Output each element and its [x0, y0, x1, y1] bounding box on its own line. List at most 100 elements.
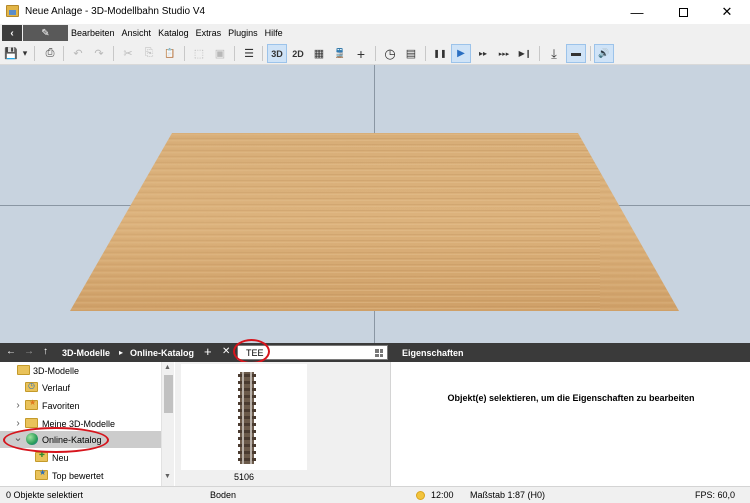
3d-viewport[interactable]	[0, 65, 750, 343]
layers-icon[interactable]: ☰	[240, 44, 258, 63]
toolbar-separator	[375, 46, 376, 61]
tree-item-3d-modelle[interactable]: 3D-Modelle	[0, 362, 161, 379]
selection-status: 0 Objekte selektiert	[6, 490, 84, 500]
maximize-icon	[678, 7, 688, 17]
camera-icon[interactable]: ▤	[402, 44, 420, 63]
back-nav-button[interactable]: ‹	[2, 25, 22, 41]
step-icon[interactable]: ▶❙	[516, 44, 534, 63]
tree-item-label: Favoriten	[42, 400, 80, 411]
properties-hint: Objekt(e) selektieren, um die Eigenschaf…	[447, 393, 695, 403]
scrollbar-thumb[interactable]	[164, 375, 173, 413]
toolbar-separator	[234, 46, 235, 61]
toolbar-separator	[425, 46, 426, 61]
baseplate-board[interactable]	[0, 65, 750, 343]
toolbar: 💾 ▾ ⎙ ↶ ↷ ✂ ⎘ 📋 ⬚ ▣ ☰ 3D 2D ▦ 🚆 + ◷ ▤ ❚❚…	[0, 42, 750, 65]
tree-item-top-bewertet[interactable]: Top bewertet	[0, 467, 161, 484]
add-icon[interactable]: +	[204, 344, 212, 359]
save-dropdown-icon[interactable]: ▾	[20, 44, 30, 63]
title-bar: Neue Anlage - 3D-Modellbahn Studio V4 — …	[0, 0, 750, 24]
close-icon[interactable]: ✕	[222, 346, 230, 357]
favorites-icon	[25, 398, 38, 410]
faster-forward-icon[interactable]: ▸▸▸	[494, 44, 514, 63]
paste-icon[interactable]: 📋	[161, 44, 179, 63]
tree-item-label: Neu	[52, 452, 69, 463]
ruler-icon[interactable]: ▬	[566, 44, 586, 63]
grid-icon[interactable]: ▦	[310, 44, 328, 63]
menu-plugins[interactable]: Plugins	[228, 28, 258, 38]
properties-panel: Objekt(e) selektieren, um die Eigenschaf…	[390, 362, 750, 486]
toolbar-separator	[34, 46, 35, 61]
add-icon[interactable]: +	[352, 44, 370, 63]
minimize-button[interactable]: —	[614, 0, 660, 24]
tree-item-favoriten[interactable]: › Favoriten	[0, 397, 161, 414]
fast-forward-icon[interactable]: ▸▸	[474, 44, 492, 63]
search-highlight-circle	[233, 339, 270, 364]
tree-item-label: 3D-Modelle	[33, 365, 80, 376]
history-icon	[25, 381, 38, 392]
undo-icon[interactable]: ↶	[69, 44, 87, 63]
toolbar-separator	[63, 46, 64, 61]
breadcrumb-3d-modelle[interactable]: 3D-Modelle	[62, 348, 110, 358]
tree-item-neu[interactable]: Neu	[0, 449, 161, 466]
scroll-down-icon[interactable]: ▼	[164, 473, 171, 480]
pause-icon[interactable]: ❚❚	[431, 44, 449, 63]
catalog-tree: 3D-Modelle Verlauf › Favoriten › Meine 3…	[0, 362, 161, 486]
menu-ansicht[interactable]: Ansicht	[122, 28, 152, 38]
online-katalog-highlight-circle	[3, 427, 109, 453]
close-button[interactable]: ✕	[704, 0, 750, 24]
play-icon[interactable]: ▶	[451, 44, 471, 63]
catalog-results: 5106	[175, 362, 390, 486]
status-bar: 0 Objekte selektiert Boden 12:00 Maßstab…	[0, 486, 750, 503]
redo-icon[interactable]: ↷	[90, 44, 108, 63]
clock-icon[interactable]: ◷	[381, 44, 399, 63]
scroll-up-icon[interactable]: ▲	[164, 364, 171, 371]
expand-arrow-icon[interactable]: ›	[13, 418, 23, 429]
view-2d-button[interactable]: 2D	[289, 44, 307, 63]
toolbar-separator	[113, 46, 114, 61]
properties-title: Eigenschaften	[402, 348, 464, 358]
group-icon[interactable]: ▣	[211, 44, 229, 63]
copy-icon[interactable]: ⎘	[140, 44, 158, 63]
sound-icon[interactable]: 🔊	[594, 44, 614, 63]
sun-icon[interactable]	[416, 491, 425, 500]
view-3d-button[interactable]: 3D	[267, 44, 287, 63]
menu-items: Bearbeiten Ansicht Katalog Extras Plugin…	[71, 28, 290, 38]
select-frame-icon[interactable]: ⬚	[190, 44, 208, 63]
fps-status: FPS: 60,0	[695, 490, 736, 500]
view-toggle-icon[interactable]	[375, 349, 383, 357]
menu-hilfe[interactable]: Hilfe	[265, 28, 283, 38]
menu-extras[interactable]: Extras	[196, 28, 222, 38]
catalog-item-label: 5106	[233, 472, 255, 482]
toolbar-separator	[262, 46, 263, 61]
menu-bearbeiten[interactable]: Bearbeiten	[71, 28, 115, 38]
maximize-button[interactable]	[660, 0, 706, 24]
catalog-item-thumbnail[interactable]	[181, 364, 307, 470]
app-icon	[6, 5, 19, 17]
save-icon[interactable]: 💾	[3, 44, 19, 63]
scale-status: Maßstab 1:87 (H0)	[470, 490, 546, 500]
menu-katalog[interactable]: Katalog	[158, 28, 189, 38]
breadcrumb-chevron-icon: ▸	[119, 348, 124, 357]
catalog-forward-icon[interactable]: →	[24, 346, 34, 357]
toolbar-separator	[184, 46, 185, 61]
new-icon	[35, 451, 48, 462]
toolbar-separator	[590, 46, 591, 61]
folder-icon	[17, 365, 30, 375]
toolbar-separator	[539, 46, 540, 61]
catalog-up-icon[interactable]: ↑	[43, 346, 48, 357]
breadcrumb-online-katalog[interactable]: Online-Katalog	[130, 348, 194, 358]
track-model-icon	[238, 372, 256, 464]
tree-scrollbar[interactable]: ▲ ▼	[161, 362, 174, 486]
surface-status: Boden	[210, 490, 237, 500]
cut-icon[interactable]: ✂	[119, 44, 137, 63]
tree-item-verlauf[interactable]: Verlauf	[0, 379, 161, 396]
print-icon[interactable]: ⎙	[41, 44, 59, 63]
edit-mode-button[interactable]: ✎	[23, 25, 68, 41]
tree-item-label: Top bewertet	[52, 470, 104, 481]
import-icon[interactable]: ⤓	[545, 44, 563, 63]
catalog-back-icon[interactable]: ←	[6, 346, 16, 357]
time-status[interactable]: 12:00	[431, 490, 454, 500]
catalog-panel-header: ← → ↑ 3D-Modelle ▸ Online-Katalog + ✕ TE…	[0, 343, 750, 362]
train-icon[interactable]: 🚆	[331, 44, 349, 63]
expand-arrow-icon[interactable]: ›	[13, 400, 23, 411]
